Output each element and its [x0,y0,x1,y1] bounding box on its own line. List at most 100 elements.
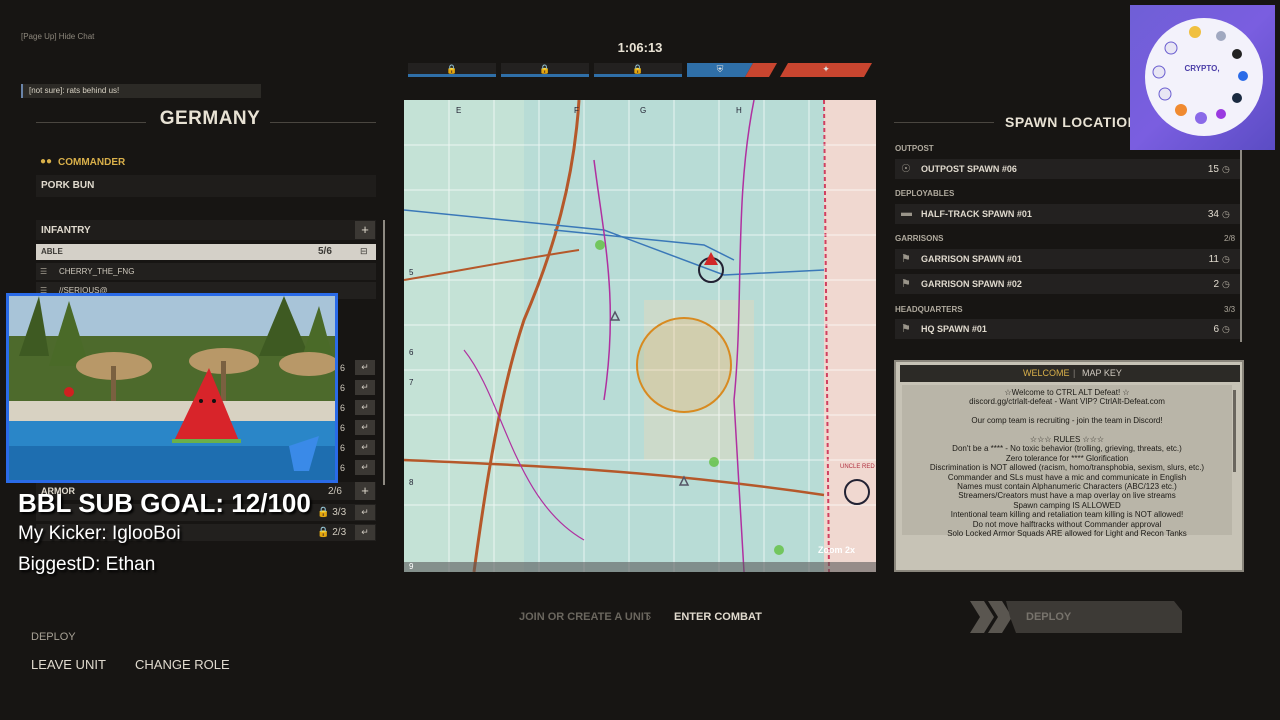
flash-icon: ✦ [822,64,830,74]
rules-line: Our comp team is recruiting - join the t… [971,416,1163,426]
rules-line: Solo Locked Armor Squads ARE allowed for… [947,529,1187,539]
map-row-label: 5 [409,268,414,277]
streamer-webcam [6,293,338,483]
squad-member-name: CHERRY_THE_FNG [59,267,135,276]
armor-squad-count: 🔒 3/3 [317,507,346,518]
join-squad-button[interactable]: ↵ [355,440,375,455]
faction-title: GERMANY [159,108,261,129]
spawn-name: OUTPOST SPAWN #06 [921,164,1017,174]
rules-line: Don't be a **** - No toxic behavior (tro… [952,444,1182,454]
shield-icon: ⛨ [716,64,724,74]
lock-icon: 🔒 [632,64,644,74]
spawn-timer: 15 [1207,164,1219,175]
add-infantry-squad-button[interactable]: + [355,221,375,239]
join-squad-button[interactable]: ↵ [355,505,375,520]
lock-icon: 🔒 [317,507,333,518]
rules-line: Names must contain Alphanumeric Characte… [957,482,1177,492]
strongpoint-2: 🔒 [501,63,589,77]
info-tabs [900,365,1240,382]
join-squad-button[interactable]: ↵ [355,360,375,375]
crypto-circle [1145,18,1263,136]
spawn-name: HALF-TRACK SPAWN #01 [921,209,1032,219]
kicker-overlay: My Kicker: IglooBoi [18,523,181,544]
armor-squad-count-value: 3/3 [332,507,347,518]
step-enter-combat[interactable]: ENTER COMBAT [674,611,762,623]
rank-icon: ☰ [40,267,48,276]
map-place-label: UNCLE RED [840,464,875,470]
map-row-label: 6 [409,348,414,357]
rules-line [902,407,1232,416]
clock-icon: ◷ [1222,254,1230,264]
spawn-category-deployables: DEPLOYABLES [895,189,955,198]
right-scrollbar[interactable] [1240,150,1242,342]
spawn-locations-title: SPAWN LOCATIONS [1005,114,1149,130]
join-squad-button[interactable]: ↵ [355,460,375,475]
map-col-label: G [640,106,647,115]
join-squad-button[interactable]: ↵ [355,380,375,395]
garrison-icon: ⚑ [901,278,911,290]
squad-count: 6 [340,423,346,433]
tab-separator: | [1073,368,1076,378]
spawn-name: GARRISON SPAWN #01 [921,254,1022,264]
map-col-label: H [736,106,742,115]
tactical-map[interactable]: E F G H 5 6 7 8 9 UNCLE RED Zoom 2x [403,99,876,573]
strongpoint-3: 🔒 [594,63,682,77]
commander-icon: ●● [40,156,53,167]
squad-count: 6 [340,403,346,413]
server-rules: ☆Welcome to CTRL ALT Defeat! ☆ discord.g… [902,388,1232,539]
deploy-status: DEPLOY [31,631,76,643]
garrison-count: 2/8 [1224,234,1236,243]
join-squad-button[interactable]: ↵ [355,400,375,415]
chat-message: [not sure]: rats behind us! [21,84,261,98]
divider [894,122,994,123]
crypto-label: CRYPTO, [1184,64,1220,73]
rules-line: Spawn camping IS ALLOWED [1013,500,1121,510]
commander-label: COMMANDER [58,157,126,168]
spawn-timer: 2 [1213,279,1219,290]
leave-unit-button[interactable]: LEAVE UNIT [31,657,106,672]
map-col-label: E [456,106,462,115]
squad-menu-icon[interactable]: ⊟ [360,246,368,257]
rules-line: Discrimination is NOT allowed (racism, h… [929,463,1205,473]
spawn-timer: 11 [1208,254,1219,265]
rules-line: Do not move halftracks without Commander… [972,519,1162,529]
rules-line: ☆Welcome to CTRL ALT Defeat! ☆ [1004,388,1130,397]
spawn-category-headquarters: HEADQUARTERS [895,305,963,314]
strongpoint-4: ⛨ [687,63,777,77]
squad-count: 6 [340,443,346,453]
tab-map-key[interactable]: MAP KEY [1082,368,1122,378]
armor-squad-count-value: 2/3 [332,527,347,538]
match-timer: 1:06:13 [617,40,663,55]
strongpoint-1: 🔒 [408,63,496,77]
hq-icon: ⚑ [901,323,911,335]
clock-icon: ◷ [1222,279,1230,289]
join-squad-button[interactable]: ↵ [355,525,375,540]
squad-count: 6 [340,363,346,373]
clock-icon: ◷ [1222,209,1230,219]
lock-icon: 🔒 [317,527,333,538]
armor-squad-count: 🔒 2/3 [317,527,346,538]
add-armor-squad-button[interactable]: + [355,482,375,500]
commander-name: PORK BUN [41,180,95,191]
spawn-name: GARRISON SPAWN #02 [921,279,1022,289]
spawn-timer: 34 [1207,209,1219,220]
rules-line: Intentional team killing and retaliation… [950,510,1184,520]
left-scrollbar[interactable] [383,220,385,485]
hq-count: 3/3 [1224,305,1236,314]
tab-welcome[interactable]: WELCOME [1023,368,1070,378]
change-role-button[interactable]: CHANGE ROLE [135,657,230,672]
rules-line [902,426,1232,435]
halftrack-icon: ▬ [901,207,912,219]
map-zoom: Zoom 2x [818,545,856,555]
step-join-unit[interactable]: JOIN OR CREATE A UNIT [519,611,651,623]
deploy-button-label: DEPLOY [1026,611,1072,623]
spawn-timer: 6 [1213,324,1219,335]
info-scrollbar[interactable] [1233,390,1236,472]
squad-count: 6 [340,383,346,393]
rules-line: Zero tolerance for **** Glorification [1005,453,1129,463]
join-squad-button[interactable]: ↵ [355,420,375,435]
infantry-label: INFANTRY [41,225,91,236]
squad-count: 5/6 [318,246,332,257]
deploy-button[interactable] [970,601,1182,633]
map-col-label: F [574,106,579,115]
